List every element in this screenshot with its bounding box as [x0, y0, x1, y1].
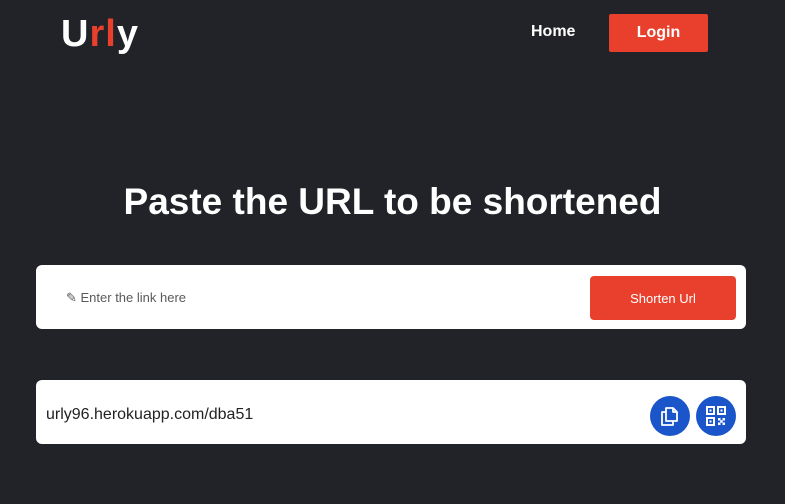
copy-icon: [661, 407, 678, 426]
qr-code-icon: [706, 406, 726, 426]
logo-letter-y: y: [116, 13, 139, 55]
logo[interactable]: Urly: [61, 12, 139, 56]
page-title: Paste the URL to be shortened: [123, 181, 662, 222]
shorten-url-button[interactable]: Shorten Url: [590, 276, 736, 320]
copy-button[interactable]: [650, 396, 690, 436]
result-card: urly96.herokuapp.com/dba51: [36, 380, 746, 444]
login-button[interactable]: Login: [609, 14, 708, 52]
logo-letter-u: U: [61, 13, 90, 55]
link-input[interactable]: [62, 285, 566, 309]
url-input-card: Shorten Url: [36, 265, 746, 329]
qr-code-button[interactable]: [696, 396, 736, 436]
logo-letters-rl: rl: [89, 13, 117, 55]
nav-home-link[interactable]: Home: [531, 22, 575, 42]
short-url-text: urly96.herokuapp.com/dba51: [46, 406, 254, 423]
